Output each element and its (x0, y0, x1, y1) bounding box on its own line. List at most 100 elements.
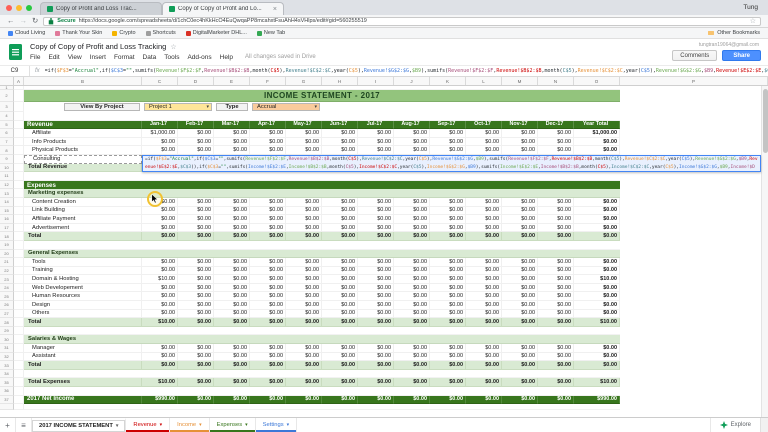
cell[interactable]: $0.00 (394, 258, 430, 267)
cell[interactable]: $0.00 (214, 267, 250, 276)
row-label-total[interactable]: Total (24, 232, 142, 241)
cell[interactable]: $0.00 (214, 344, 250, 353)
cell[interactable]: $0.00 (250, 232, 286, 241)
cell[interactable]: $0.00 (538, 353, 574, 362)
cell[interactable]: $0.00 (574, 198, 620, 207)
cell[interactable]: $0.00 (538, 275, 574, 284)
cell[interactable]: $990.00 (142, 396, 178, 405)
cell[interactable]: $0.00 (286, 146, 322, 155)
cell[interactable]: $0.00 (430, 207, 466, 216)
url-text[interactable]: https://docs.google.com/spreadsheets/d/1… (79, 18, 747, 24)
cell[interactable]: $0.00 (358, 378, 394, 387)
cell[interactable]: $0.00 (214, 224, 250, 233)
cell[interactable]: $0.00 (142, 344, 178, 353)
month-header-aug-17[interactable]: Aug-17 (394, 121, 430, 130)
cell[interactable]: $0.00 (394, 215, 430, 224)
cell[interactable]: $0.00 (250, 138, 286, 147)
cell[interactable]: $0.00 (394, 146, 430, 155)
menu-add-ons[interactable]: Add-ons (187, 54, 211, 61)
cell[interactable]: $10.00 (574, 378, 620, 387)
cell[interactable]: $0.00 (322, 267, 358, 276)
cell[interactable]: $0.00 (430, 378, 466, 387)
cell[interactable]: $0.00 (358, 284, 394, 293)
cell[interactable]: $0.00 (322, 224, 358, 233)
empty-cells[interactable] (24, 327, 620, 336)
cell[interactable]: $0.00 (250, 301, 286, 310)
column-header-D[interactable]: D (178, 77, 214, 85)
row-header-20[interactable]: 20 (0, 250, 14, 259)
cell[interactable]: $0.00 (538, 267, 574, 276)
cell[interactable]: $0.00 (214, 301, 250, 310)
row-header-22[interactable]: 22 (0, 267, 14, 276)
cell[interactable]: $0.00 (142, 146, 178, 155)
cell[interactable] (14, 146, 24, 155)
cell[interactable]: $0.00 (466, 353, 502, 362)
cell[interactable] (14, 344, 24, 353)
row-header-31[interactable]: 31 (0, 344, 14, 353)
month-header-sep-17[interactable]: Sep-17 (430, 121, 466, 130)
cell[interactable]: $0.00 (142, 215, 178, 224)
row-header-11[interactable]: 11 (0, 172, 14, 181)
row-label-content-creation[interactable]: Content Creation (24, 198, 142, 207)
cell[interactable] (14, 361, 24, 370)
cell[interactable]: $0.00 (214, 138, 250, 147)
cell[interactable]: $0.00 (430, 318, 466, 327)
menu-insert[interactable]: Insert (90, 54, 106, 61)
cell[interactable]: $0.00 (358, 146, 394, 155)
month-header-oct-17[interactable]: Oct-17 (466, 121, 502, 130)
cell[interactable] (14, 224, 24, 233)
cell[interactable]: $0.00 (178, 198, 214, 207)
cell[interactable]: $0.00 (178, 310, 214, 319)
vertical-scrollbar[interactable] (761, 86, 768, 417)
cell[interactable]: $0.00 (322, 138, 358, 147)
row-label-affiliate-payment[interactable]: Affiliate Payment (24, 215, 142, 224)
browser-profile-name[interactable]: Tung (743, 4, 758, 11)
empty-cells[interactable] (24, 387, 620, 396)
close-tab-icon[interactable]: × (273, 6, 277, 13)
cell[interactable]: $0.00 (214, 198, 250, 207)
cell[interactable]: $0.00 (466, 138, 502, 147)
cell[interactable]: $0.00 (538, 258, 574, 267)
row-label-total[interactable]: Total (24, 361, 142, 370)
month-header-nov-17[interactable]: Nov-17 (502, 121, 538, 130)
cell[interactable]: $0.00 (502, 215, 538, 224)
cell[interactable]: $0.00 (214, 258, 250, 267)
cell[interactable]: $0.00 (466, 207, 502, 216)
column-header-M[interactable]: M (502, 77, 538, 85)
column-header-A[interactable]: A (14, 77, 24, 85)
month-header-jan-17[interactable]: Jan-17 (142, 121, 178, 130)
cell[interactable]: $0.00 (358, 224, 394, 233)
cell[interactable]: $0.00 (250, 146, 286, 155)
cell[interactable]: $0.00 (502, 267, 538, 276)
zoom-window-button[interactable] (26, 5, 32, 11)
cell[interactable]: $0.00 (250, 207, 286, 216)
scrollbar-thumb[interactable] (763, 89, 768, 153)
menu-edit[interactable]: Edit (48, 54, 59, 61)
sheet-tab-revenue[interactable]: Revenue▾ (126, 418, 170, 432)
empty-cells[interactable] (24, 172, 620, 181)
bookmark-crypto[interactable]: Crypto (112, 30, 135, 36)
row-header-16[interactable]: 16 (0, 215, 14, 224)
month-header-dec-17[interactable]: Dec-17 (538, 121, 574, 130)
row-header-14[interactable]: 14 (0, 198, 14, 207)
row-header-9[interactable]: 9 (0, 155, 14, 164)
cell[interactable]: $0.00 (466, 232, 502, 241)
cell[interactable]: $0.00 (394, 207, 430, 216)
row-header-17[interactable]: 17 (0, 224, 14, 233)
cell-editor-overlay[interactable]: =if($F$3="Accrual",if($C$3="",sumifs(Rev… (142, 155, 761, 172)
cell[interactable]: $0.00 (574, 146, 620, 155)
cell[interactable]: $0.00 (466, 198, 502, 207)
cell[interactable]: $0.00 (214, 215, 250, 224)
cell[interactable]: $0.00 (394, 396, 430, 405)
cell[interactable]: $0.00 (142, 138, 178, 147)
cell[interactable]: $0.00 (538, 292, 574, 301)
row-header-28[interactable]: 28 (0, 318, 14, 327)
add-sheet-button[interactable]: + (0, 418, 16, 432)
cell[interactable]: $0.00 (286, 396, 322, 405)
row-label-others[interactable]: Others (24, 310, 142, 319)
cell[interactable]: $0.00 (214, 232, 250, 241)
cell[interactable]: $0.00 (286, 292, 322, 301)
cell[interactable]: $0.00 (538, 344, 574, 353)
row-header-8[interactable]: 8 (0, 146, 14, 155)
cell[interactable]: $0.00 (466, 146, 502, 155)
